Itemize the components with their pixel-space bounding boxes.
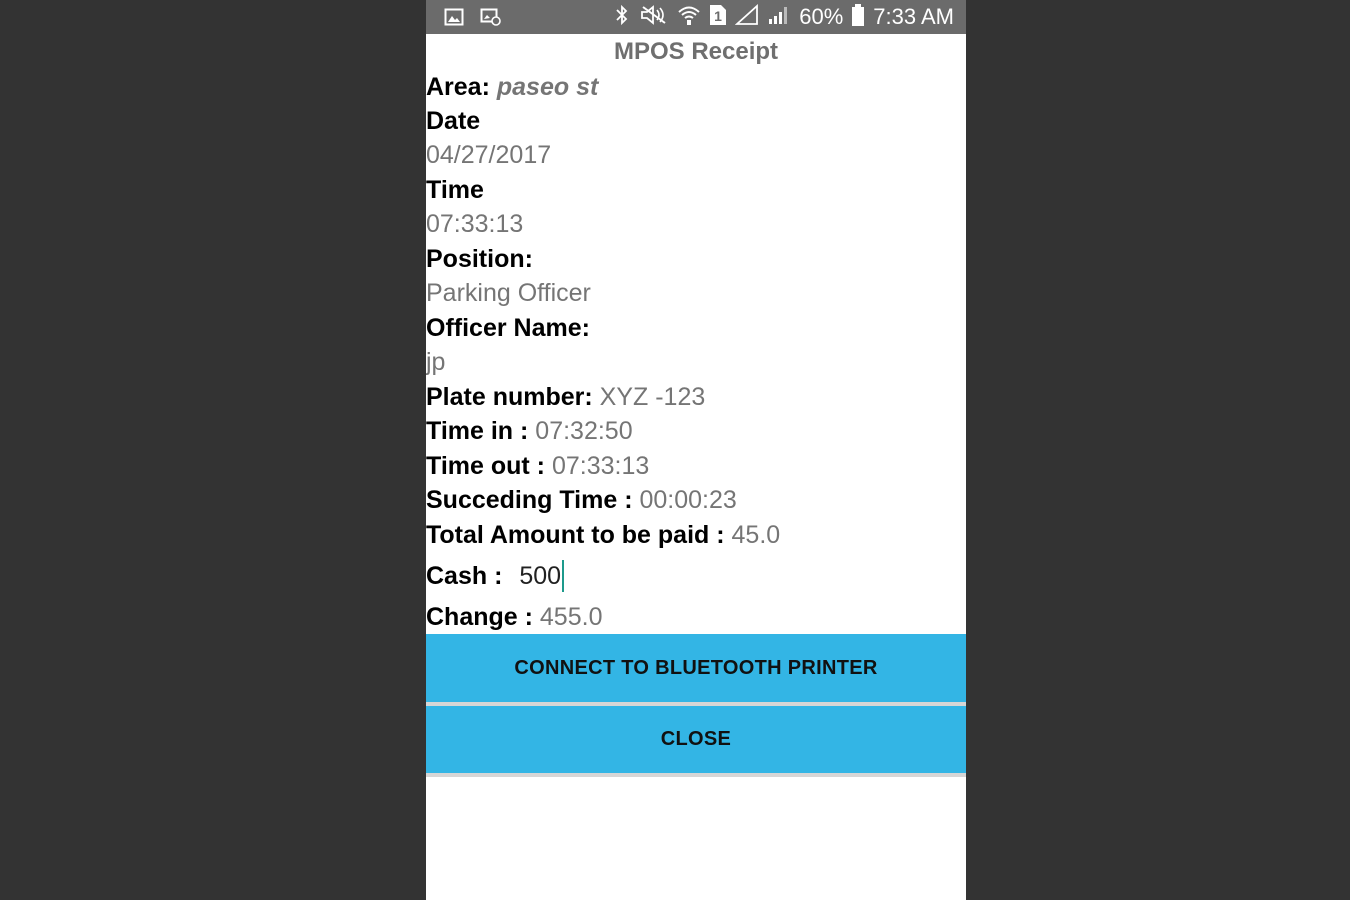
svg-text:1: 1 xyxy=(714,8,722,24)
total-amount-row: Total Amount to be paid : 45.0 xyxy=(426,519,780,551)
officer-label-text: Officer Name: xyxy=(426,314,590,342)
area-value: paseo st xyxy=(496,73,599,101)
phone-screen: 1 60% 7:33 AM MPOS Receipt Area: paseo s… xyxy=(426,0,966,900)
signal-icon xyxy=(767,4,791,31)
area-row: Area: paseo st xyxy=(426,71,598,103)
time-in-row: Time in : 07:32:50 xyxy=(426,415,633,447)
total-amount-value: 45.0 xyxy=(731,521,781,549)
area-label: Area: xyxy=(426,73,490,101)
time-out-label: Time out : xyxy=(426,452,545,480)
cash-input[interactable]: 500 xyxy=(519,560,565,592)
succeeding-time-row: Succeding Time : 00:00:23 xyxy=(426,484,737,516)
date-value: 04/27/2017 xyxy=(426,139,551,171)
cash-row: Cash : 500 xyxy=(426,560,565,592)
battery-percent: 60% xyxy=(799,4,844,29)
time-out-row: Time out : 07:33:13 xyxy=(426,450,649,482)
succeeding-time-label: Succeding Time : xyxy=(426,486,633,514)
cash-label: Cash : xyxy=(426,562,503,590)
position-value: Parking Officer xyxy=(426,277,591,309)
status-bar: 1 60% 7:33 AM xyxy=(426,0,966,34)
image-icon xyxy=(444,7,464,32)
officer-value-text: jp xyxy=(426,348,446,376)
date-label: Date xyxy=(426,105,480,137)
succeeding-time-value: 00:00:23 xyxy=(639,486,737,514)
battery-icon xyxy=(851,3,865,32)
no-signal-icon xyxy=(734,3,759,31)
plate-number-row: Plate number: XYZ -123 xyxy=(426,381,705,413)
position-value-text: Parking Officer xyxy=(426,279,591,307)
plate-value: XYZ -123 xyxy=(599,383,706,411)
time-value: 07:33:13 xyxy=(426,208,523,240)
change-value: 455.0 xyxy=(539,603,603,631)
sim-icon: 1 xyxy=(709,4,727,31)
wifi-icon xyxy=(677,4,701,31)
gallery-settings-icon xyxy=(480,7,502,32)
date-value-text: 04/27/2017 xyxy=(426,141,552,169)
total-amount-label: Total Amount to be paid : xyxy=(426,521,725,549)
button-divider xyxy=(426,773,966,777)
officer-name-value: jp xyxy=(426,346,445,378)
plate-label: Plate number: xyxy=(426,383,593,411)
time-in-value: 07:32:50 xyxy=(535,417,633,445)
position-label-text: Position: xyxy=(426,245,533,273)
clock: 7:33 AM xyxy=(873,4,954,29)
time-label-text: Time xyxy=(426,176,484,204)
bluetooth-icon xyxy=(613,4,631,31)
change-row: Change : 455.0 xyxy=(426,601,602,633)
change-label: Change : xyxy=(426,603,533,631)
mute-icon xyxy=(639,4,669,31)
connect-bluetooth-printer-button[interactable]: CONNECT TO BLUETOOTH PRINTER xyxy=(426,634,966,702)
officer-name-label: Officer Name: xyxy=(426,312,590,344)
date-label-text: Date xyxy=(426,107,481,135)
time-out-value: 07:33:13 xyxy=(551,452,650,480)
close-button[interactable]: CLOSE xyxy=(426,706,966,773)
time-label: Time xyxy=(426,174,484,206)
page-title: MPOS Receipt xyxy=(613,38,779,65)
time-in-label: Time in : xyxy=(426,417,529,445)
position-label: Position: xyxy=(426,243,533,275)
time-value-text: 07:33:13 xyxy=(426,210,524,238)
